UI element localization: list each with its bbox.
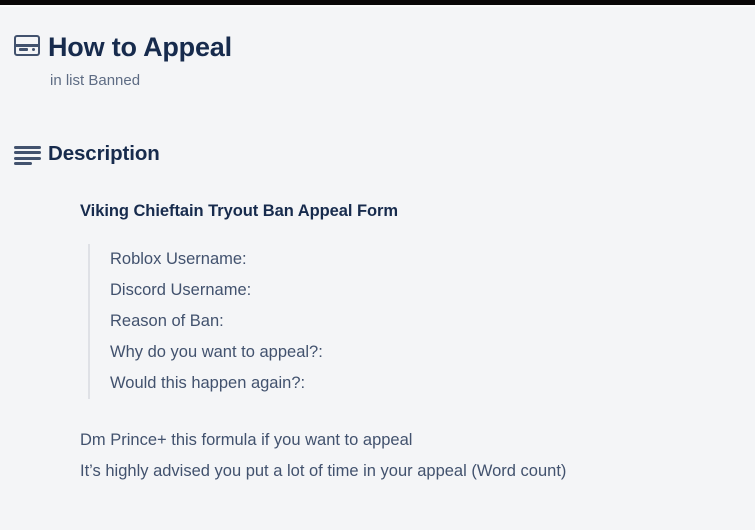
description-form-heading: Viking Chieftain Tryout Ban Appeal Form <box>80 202 399 220</box>
description-lines-icon <box>14 145 41 166</box>
card-icon-slot <box>14 31 48 56</box>
blockquote-line: Discord Username: <box>110 281 252 299</box>
description-icon-line-4 <box>14 161 33 165</box>
description-blockquote: Roblox Username: Discord Username: Reaso… <box>88 244 737 399</box>
card-detail-panel: How to Appeal in list Banned Description… <box>0 7 755 530</box>
blockquote-line: Would this happen again?: <box>110 374 306 392</box>
description-content[interactable]: Viking Chieftain Tryout Ban Appeal Form … <box>80 200 737 487</box>
description-section: Description Viking Chieftain Tryout Ban … <box>14 141 737 487</box>
blockquote-line: Why do you want to appeal?: <box>110 343 323 361</box>
description-paragraph: Dm Prince+ this formula if you want to a… <box>80 431 413 449</box>
description-icon-line-2 <box>14 151 41 155</box>
card-window-icon-dot <box>32 48 36 52</box>
blockquote-line: Roblox Username: <box>110 250 247 268</box>
card-title-block: How to Appeal in list Banned <box>48 31 232 91</box>
page-title[interactable]: How to Appeal <box>48 31 232 63</box>
card-header: How to Appeal in list Banned <box>14 31 737 91</box>
description-header: Description <box>14 141 737 167</box>
card-window-icon-bar <box>18 48 28 52</box>
description-paragraph: It’s highly advised you put a lot of tim… <box>80 462 567 480</box>
description-section-title: Description <box>48 142 160 165</box>
description-icon-line-3 <box>14 156 41 160</box>
card-window-icon <box>14 35 40 56</box>
description-icon-slot <box>14 141 48 166</box>
blockquote-line: Reason of Ban: <box>110 312 224 330</box>
card-list-breadcrumb[interactable]: in list Banned <box>48 71 232 91</box>
description-icon-line-1 <box>14 146 41 149</box>
